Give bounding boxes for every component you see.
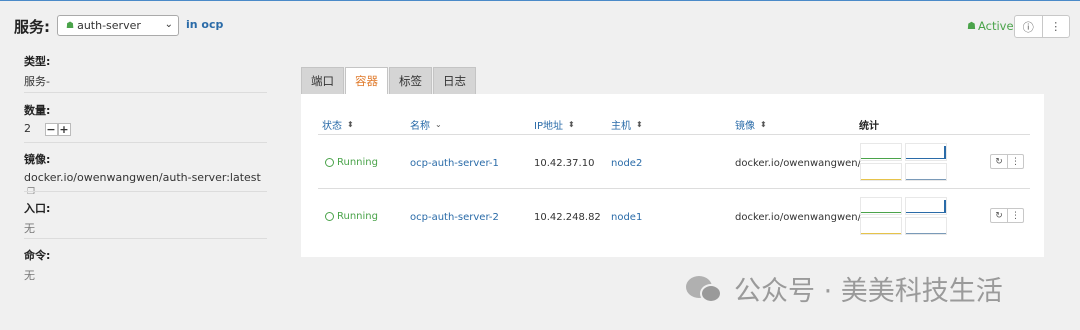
command-label: 命令: bbox=[24, 249, 51, 262]
image-label: 镜像: bbox=[24, 153, 51, 166]
host-link[interactable]: node2 bbox=[611, 158, 642, 169]
count-label: 数量: bbox=[24, 104, 51, 117]
command-value: 无 bbox=[24, 269, 35, 282]
watermark: 公众号 · 美美科技生活 bbox=[686, 269, 1003, 308]
table-header-divider bbox=[318, 134, 1030, 135]
sort-down-icon: ⌄ bbox=[435, 120, 442, 129]
column-stats: 统计 bbox=[859, 117, 879, 132]
cpu-sparkline bbox=[860, 197, 902, 215]
tab-logs[interactable]: 日志 bbox=[433, 67, 476, 94]
row-actions: ↻ ⋮ bbox=[990, 208, 1024, 223]
tab-containers[interactable]: 容器 bbox=[345, 67, 388, 94]
container-image: docker.io/owenwangwen/... bbox=[735, 212, 871, 223]
container-name-link[interactable]: ocp-auth-server-2 bbox=[410, 212, 499, 223]
copy-icon[interactable]: ❐ bbox=[27, 187, 35, 197]
column-host-label: 主机 bbox=[611, 121, 631, 132]
tab-labels[interactable]: 标签 bbox=[389, 67, 432, 94]
header-actions: ⓘ ⋮ bbox=[1014, 15, 1070, 38]
entry-value: 无 bbox=[24, 222, 35, 235]
kebab-icon[interactable]: ⋮ bbox=[1041, 16, 1070, 37]
increment-button[interactable]: + bbox=[57, 122, 71, 136]
kebab-icon[interactable]: ⋮ bbox=[1007, 155, 1023, 168]
namespace-label: in ocp bbox=[186, 18, 224, 31]
running-icon bbox=[325, 158, 334, 167]
network-sparkline bbox=[860, 163, 902, 181]
detail-entry: 入口: 无 bbox=[24, 200, 267, 239]
column-name-label: 名称 bbox=[410, 121, 430, 132]
service-icon: ☗ bbox=[66, 20, 75, 31]
type-value: 服务- bbox=[24, 75, 50, 88]
watermark-text: 公众号 · 美美科技生活 bbox=[734, 276, 1003, 307]
column-host[interactable]: 主机 ⬍ bbox=[611, 117, 643, 132]
container-ip: 10.42.37.10 bbox=[534, 158, 595, 169]
status-text: Running bbox=[337, 157, 378, 168]
status-text: Active bbox=[977, 19, 1014, 33]
help-icon[interactable]: ⓘ bbox=[1015, 16, 1042, 37]
kebab-icon[interactable]: ⋮ bbox=[1007, 209, 1023, 222]
page-title: 服务: bbox=[14, 18, 50, 36]
host-link[interactable]: node1 bbox=[611, 212, 642, 223]
decrement-button[interactable]: − bbox=[44, 122, 58, 136]
quantity-stepper: − + bbox=[44, 122, 71, 136]
sort-icon: ⬍ bbox=[760, 120, 767, 129]
detail-command: 命令: 无 bbox=[24, 247, 267, 283]
column-status[interactable]: 状态 ⬍ bbox=[322, 117, 354, 132]
service-select[interactable]: ☗ auth-server ⌄ bbox=[57, 15, 179, 36]
chevron-down-icon: ⌄ bbox=[164, 19, 173, 30]
memory-sparkline bbox=[905, 143, 947, 161]
sort-icon: ⬍ bbox=[567, 120, 575, 129]
row-divider bbox=[318, 188, 1030, 189]
status-running: Running bbox=[325, 157, 378, 168]
status-badge: ☗ Active bbox=[967, 19, 1014, 33]
image-value: docker.io/owenwangwen/auth-server:latest bbox=[24, 171, 261, 184]
column-name[interactable]: 名称 ⌄ bbox=[410, 117, 442, 132]
column-ip-label: IP地址 bbox=[534, 121, 563, 132]
column-image-label: 镜像 bbox=[735, 121, 755, 132]
tab-ports[interactable]: 端口 bbox=[301, 67, 344, 94]
type-label: 类型: bbox=[24, 55, 51, 68]
count-value: 2 bbox=[24, 122, 31, 135]
row-actions: ↻ ⋮ bbox=[990, 154, 1024, 169]
image-row: docker.io/owenwangwen/auth-server:latest… bbox=[24, 171, 267, 197]
page-header: 服务: ☗ auth-server ⌄ in ocp ☗ Active ⓘ ⋮ bbox=[0, 1, 1080, 49]
sort-icon: ⬍ bbox=[347, 120, 354, 129]
detail-type: 类型: 服务- bbox=[24, 53, 267, 93]
running-icon bbox=[325, 212, 334, 221]
divider bbox=[24, 142, 267, 143]
tab-bar: 端口 容器 标签 日志 bbox=[301, 67, 477, 94]
column-ip[interactable]: IP地址 ⬍ bbox=[534, 117, 575, 132]
restart-icon[interactable]: ↻ bbox=[991, 155, 1007, 168]
column-stats-label: 统计 bbox=[859, 121, 879, 132]
detail-image: 镜像: docker.io/owenwangwen/auth-server:la… bbox=[24, 151, 267, 197]
container-ip: 10.42.248.82 bbox=[534, 212, 601, 223]
memory-sparkline bbox=[905, 197, 947, 215]
wechat-icon bbox=[686, 274, 726, 304]
status-text: Running bbox=[337, 211, 378, 222]
service-icon: ☗ bbox=[967, 20, 976, 32]
status-running: Running bbox=[325, 211, 378, 222]
container-image: docker.io/owenwangwen/... bbox=[735, 158, 871, 169]
detail-count: 数量: 2 − + bbox=[24, 102, 267, 143]
disk-sparkline bbox=[905, 163, 947, 181]
cpu-sparkline bbox=[860, 143, 902, 161]
restart-icon[interactable]: ↻ bbox=[991, 209, 1007, 222]
divider bbox=[24, 191, 267, 192]
count-row: 2 − + bbox=[24, 122, 267, 136]
container-name-link[interactable]: ocp-auth-server-1 bbox=[410, 158, 499, 169]
service-select-value: auth-server bbox=[77, 19, 141, 32]
sort-icon: ⬍ bbox=[636, 120, 643, 129]
column-image[interactable]: 镜像 ⬍ bbox=[735, 117, 767, 132]
column-status-label: 状态 bbox=[322, 121, 342, 132]
entry-label: 入口: bbox=[24, 202, 51, 215]
divider bbox=[24, 238, 267, 239]
network-sparkline bbox=[860, 217, 902, 235]
disk-sparkline bbox=[905, 217, 947, 235]
divider bbox=[24, 92, 267, 93]
